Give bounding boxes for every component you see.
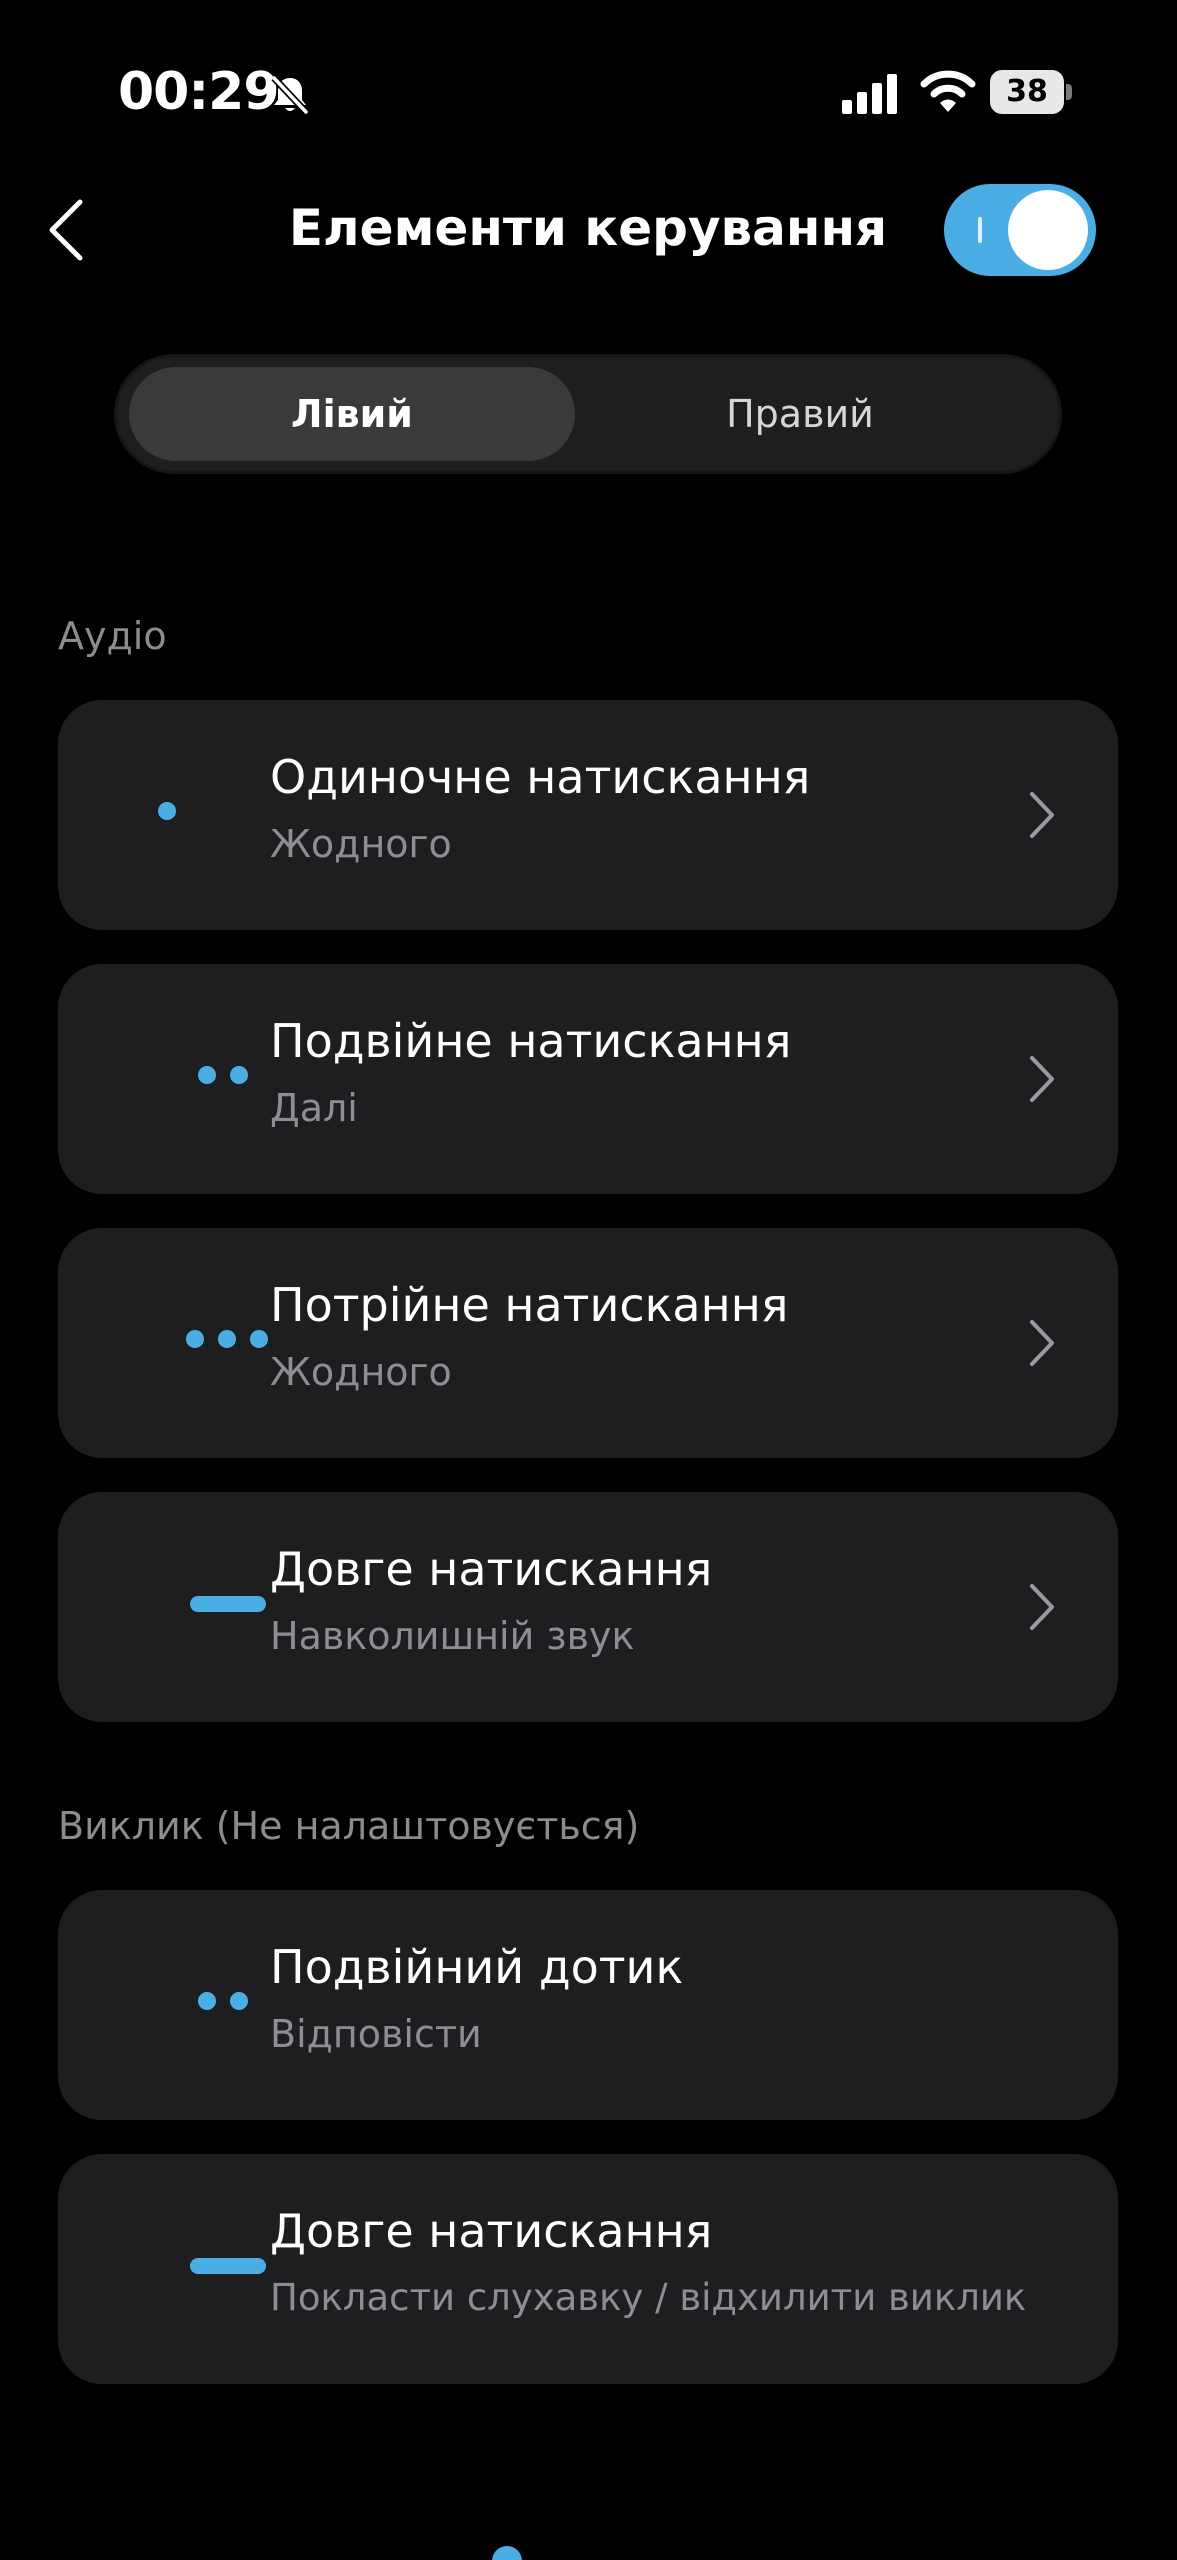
double-press-row[interactable]: Подвійне натискання Далі <box>58 964 1118 1194</box>
call-double-tap-row: Подвійний дотик Відповісти <box>58 1890 1118 2120</box>
triple-dot-icon <box>122 1324 268 1362</box>
status-time: 00:29 <box>118 62 280 122</box>
page-title: Елементи керування <box>288 199 888 257</box>
single-press-row[interactable]: Одиночне натискання Жодного <box>58 700 1118 930</box>
row-title: Подвійне натискання <box>270 1014 792 1068</box>
long-press-dash-icon <box>122 1588 266 1626</box>
row-value: Жодного <box>270 1350 452 1394</box>
long-press-dash-icon <box>122 2250 266 2288</box>
back-button[interactable] <box>38 190 98 270</box>
row-value: Покласти слухавку / відхилити виклик <box>270 2276 1027 2319</box>
row-value: Далі <box>270 1086 358 1130</box>
controls-enable-toggle[interactable] <box>944 184 1096 276</box>
tab-left[interactable]: Лівий <box>129 367 575 461</box>
triple-press-row[interactable]: Потрійне натискання Жодного <box>58 1228 1118 1458</box>
chevron-right-icon <box>1030 1056 1054 1102</box>
bell-off-icon <box>271 75 309 115</box>
tab-right[interactable]: Правий <box>577 367 1023 461</box>
earbud-side-selector: Лівий Правий <box>114 354 1062 474</box>
toggle-on-mark <box>978 217 982 243</box>
row-title: Потрійне натискання <box>270 1278 789 1332</box>
double-dot-icon <box>122 1060 248 1098</box>
row-value: Навколишній звук <box>270 1614 635 1658</box>
row-title: Довге натискання <box>270 1542 713 1596</box>
double-dot-icon <box>122 1986 248 2024</box>
chevron-right-icon <box>1030 1320 1054 1366</box>
section-label-audio: Аудіо <box>58 614 167 658</box>
row-title: Подвійний дотик <box>270 1940 684 1994</box>
call-long-press-row: Довге натискання Покласти слухавку / від… <box>58 2154 1118 2384</box>
single-dot-icon <box>122 796 242 834</box>
cellular-signal-icon <box>842 74 897 114</box>
toggle-knob <box>1008 190 1088 270</box>
status-bar: 00:29 38 <box>0 0 1177 190</box>
chevron-right-icon <box>1030 792 1054 838</box>
battery-icon: 38 <box>990 70 1072 114</box>
row-title: Одиночне натискання <box>270 750 811 804</box>
row-value: Жодного <box>270 822 452 866</box>
row-value: Відповісти <box>270 2012 482 2056</box>
battery-level: 38 <box>990 70 1064 114</box>
controls-screen: 00:29 38 Елементи керування Лівий Правий… <box>0 0 1177 2560</box>
chevron-right-icon <box>1030 1584 1054 1630</box>
section-label-call: Виклик (Не налаштовується) <box>58 1804 640 1848</box>
row-title: Довге натискання <box>270 2204 713 2258</box>
wifi-icon <box>920 70 976 112</box>
page-indicator-dot <box>492 2546 522 2560</box>
long-press-row[interactable]: Довге натискання Навколишній звук <box>58 1492 1118 1722</box>
